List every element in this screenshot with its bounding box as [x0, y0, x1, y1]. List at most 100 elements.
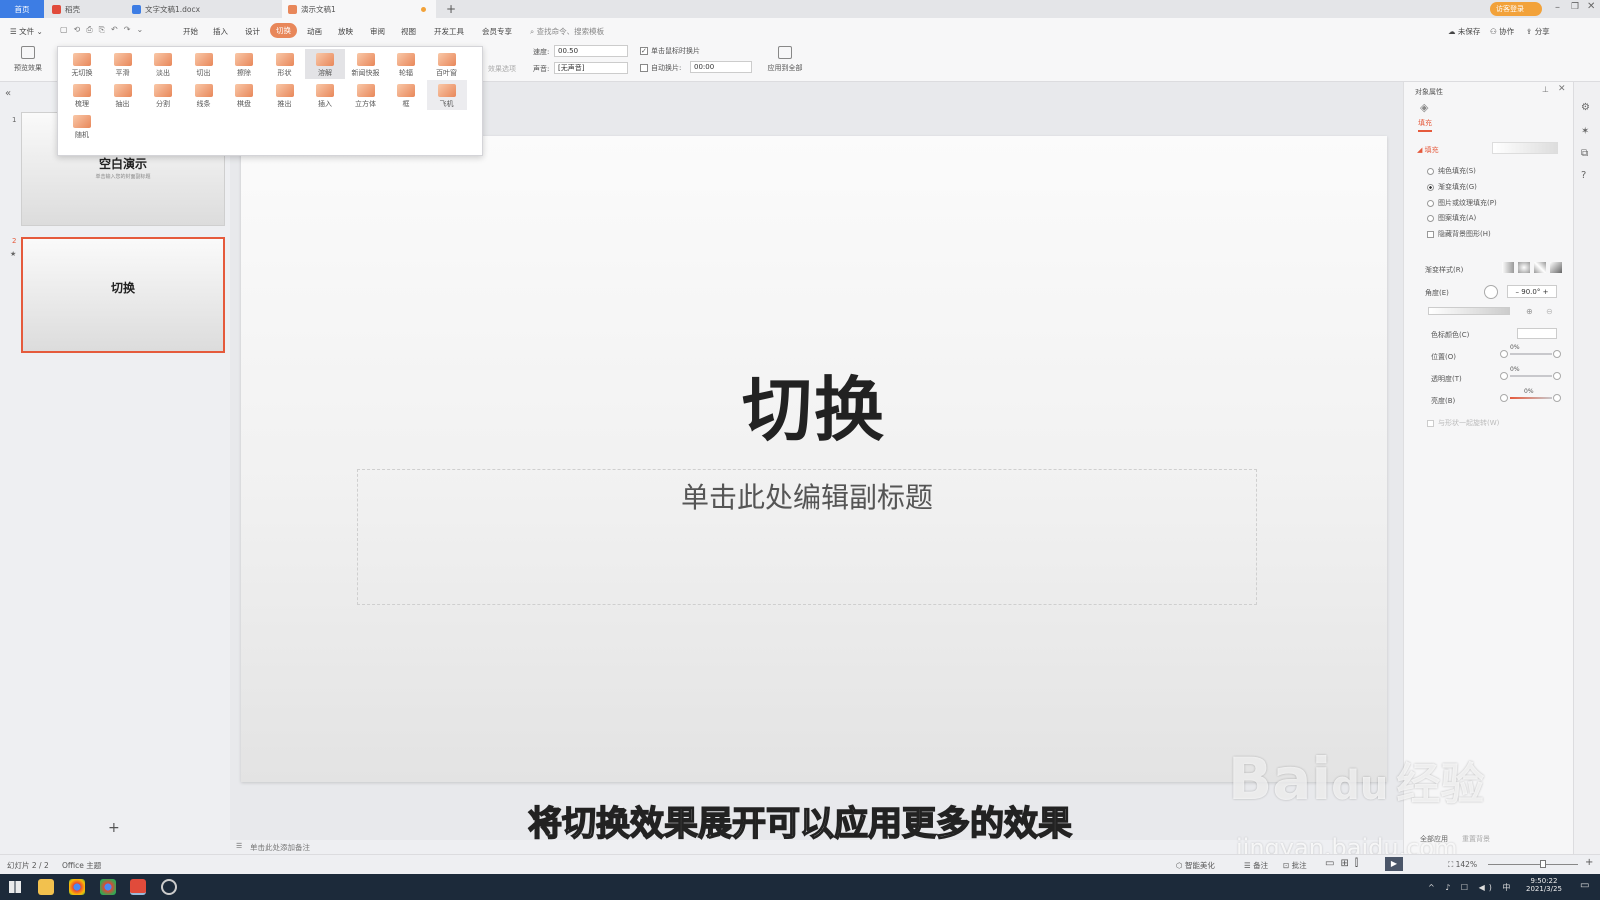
- position-slider[interactable]: [1510, 353, 1552, 355]
- fill-section-header[interactable]: ◢ 填充: [1417, 145, 1439, 155]
- rotate-with-shape-checkbox[interactable]: 与形状一起旋转(W): [1427, 418, 1499, 428]
- file-menu[interactable]: ☰ 文件 ⌄: [10, 26, 43, 37]
- auto-advance-checkbox[interactable]: 自动换片:: [640, 63, 681, 73]
- menu-slideshow[interactable]: 放映: [338, 26, 353, 37]
- tab-daoke[interactable]: 稻壳: [46, 0, 124, 18]
- system-clock[interactable]: 9:50:22 2021/3/25: [1526, 877, 1562, 893]
- transition-effect-item[interactable]: 立方体: [346, 80, 386, 110]
- apply-all-button[interactable]: 应用到全部: [762, 46, 808, 73]
- preview-button[interactable]: 预览效果: [8, 46, 48, 73]
- transition-effect-item[interactable]: 轮辐: [386, 49, 426, 79]
- fill-tab-icon[interactable]: ◈: [1420, 101, 1428, 114]
- transition-effect-item[interactable]: 溶解: [305, 49, 345, 79]
- current-slide[interactable]: 切换 单击此处编辑副标题: [241, 136, 1387, 782]
- chrome-icon[interactable]: [69, 879, 85, 895]
- menu-transition[interactable]: 切换: [270, 23, 297, 38]
- transition-effect-item[interactable]: 形状: [265, 49, 305, 79]
- position-decrease-icon[interactable]: [1500, 350, 1508, 358]
- transition-effect-item[interactable]: 抽出: [103, 80, 143, 110]
- obs-icon[interactable]: [161, 879, 177, 895]
- gradient-stop-bar[interactable]: [1428, 307, 1510, 315]
- brightness-decrease-icon[interactable]: [1500, 394, 1508, 402]
- pin-icon[interactable]: ⊥: [1542, 85, 1549, 94]
- transparency-slider[interactable]: [1510, 375, 1552, 377]
- close-icon[interactable]: ✕: [1587, 1, 1595, 12]
- login-button[interactable]: 访客登录: [1490, 2, 1542, 16]
- collab-button[interactable]: ⚇ 协作: [1490, 26, 1514, 37]
- maximize-icon[interactable]: ❐: [1571, 2, 1579, 12]
- radio-picture-fill[interactable]: 图片或纹理填充(P): [1427, 198, 1497, 208]
- zoom-in-icon[interactable]: +: [1585, 857, 1593, 868]
- notes-toggle[interactable]: ☰ 备注: [1244, 860, 1268, 871]
- menu-review[interactable]: 审阅: [370, 26, 385, 37]
- speed-input[interactable]: 00.50: [554, 45, 628, 57]
- gradient-style-options[interactable]: [1502, 262, 1562, 273]
- new-tab-button[interactable]: +: [440, 0, 462, 18]
- browser-icon[interactable]: [100, 879, 116, 895]
- transition-effect-item[interactable]: 飞机: [426, 80, 467, 110]
- transition-effect-item[interactable]: 切出: [184, 49, 224, 79]
- pane-close-icon[interactable]: ✕: [1558, 84, 1566, 94]
- properties-icon[interactable]: ⚙: [1581, 102, 1590, 113]
- animation-icon[interactable]: ✶: [1581, 126, 1589, 137]
- auto-advance-input[interactable]: 00:00: [690, 61, 752, 73]
- menu-member[interactable]: 会员专享: [482, 26, 512, 37]
- collapse-pane-icon[interactable]: «: [5, 88, 11, 99]
- view-mode-icons[interactable]: ▭⊞⫿: [1325, 858, 1364, 869]
- transparency-decrease-icon[interactable]: [1500, 372, 1508, 380]
- unsaved-button[interactable]: ☁ 未保存: [1448, 26, 1480, 37]
- radio-solid-fill[interactable]: 纯色填充(S): [1427, 166, 1476, 176]
- search-box[interactable]: ⌕ 查找命令、搜索模板: [530, 26, 604, 37]
- angle-dial-icon[interactable]: [1484, 285, 1498, 299]
- stop-color-select[interactable]: [1517, 328, 1557, 339]
- transparency-increase-icon[interactable]: [1553, 372, 1561, 380]
- share-button[interactable]: ⇪ 分享: [1526, 26, 1550, 37]
- transition-effect-item[interactable]: 淡出: [143, 49, 183, 79]
- transition-effect-item[interactable]: 随机: [62, 111, 102, 141]
- transition-effect-item[interactable]: 线条: [184, 80, 224, 110]
- fill-preset-select[interactable]: [1492, 142, 1558, 154]
- effect-options-button[interactable]: 效果选项: [488, 64, 516, 74]
- transition-effect-item[interactable]: 分割: [143, 80, 183, 110]
- radial-gradient-icon[interactable]: [1518, 262, 1530, 273]
- menu-devtools[interactable]: 开发工具: [434, 26, 464, 37]
- menu-animation[interactable]: 动画: [307, 26, 322, 37]
- tab-document[interactable]: 文字文稿1.docx: [126, 0, 280, 18]
- menu-start[interactable]: 开始: [183, 26, 198, 37]
- radio-pattern-fill[interactable]: 图案填充(A): [1427, 213, 1476, 223]
- transition-effect-item[interactable]: 框: [386, 80, 426, 110]
- transition-effect-item[interactable]: 无切换: [62, 49, 102, 79]
- play-slideshow-icon[interactable]: ▶: [1385, 857, 1403, 871]
- subtitle-placeholder[interactable]: 单击此处编辑副标题: [357, 469, 1257, 605]
- transition-effect-item[interactable]: 新闻快报: [346, 49, 386, 79]
- click-advance-checkbox[interactable]: ✓ 单击鼠标时换片: [640, 46, 700, 56]
- windows-start-icon[interactable]: [9, 881, 21, 893]
- radio-gradient-fill[interactable]: 渐变填充(G): [1427, 182, 1477, 192]
- slide-title[interactable]: 切换: [241, 354, 1387, 455]
- transition-effect-item[interactable]: 推出: [265, 80, 305, 110]
- copy-icon[interactable]: ⧉: [1581, 148, 1588, 159]
- minimize-icon[interactable]: –: [1555, 2, 1560, 13]
- hide-background-checkbox[interactable]: 隐藏背景图形(H): [1427, 229, 1491, 239]
- file-explorer-icon[interactable]: [38, 879, 54, 895]
- help-icon[interactable]: ?: [1581, 170, 1586, 181]
- slide-thumbnail-2[interactable]: 切换: [21, 237, 225, 353]
- system-tray-icons[interactable]: ^ ♪ ☐ ◀) 中: [1428, 882, 1514, 893]
- brightness-slider[interactable]: [1510, 397, 1552, 399]
- position-increase-icon[interactable]: [1553, 350, 1561, 358]
- transition-effect-item[interactable]: 百叶窗: [427, 49, 467, 79]
- transition-effect-item[interactable]: 插入: [305, 80, 345, 110]
- tab-presentation[interactable]: 演示文稿1: [282, 0, 436, 18]
- delete-stop-icon[interactable]: ⊖: [1546, 307, 1553, 316]
- tab-home[interactable]: 首页: [0, 0, 44, 18]
- brightness-increase-icon[interactable]: [1553, 394, 1561, 402]
- notification-icon[interactable]: ▭: [1580, 880, 1589, 891]
- zoom-level[interactable]: ⛶ 142%: [1448, 860, 1477, 870]
- quick-access-icons[interactable]: ▢⟲⎙⎘↶↷⌄: [60, 25, 149, 35]
- path-gradient-icon[interactable]: [1550, 262, 1562, 273]
- wps-icon[interactable]: [130, 879, 146, 895]
- transition-effect-item[interactable]: 梳理: [62, 80, 102, 110]
- zoom-slider[interactable]: [1488, 864, 1578, 865]
- add-stop-icon[interactable]: ⊕: [1526, 307, 1533, 316]
- linear-gradient-icon[interactable]: [1502, 262, 1514, 273]
